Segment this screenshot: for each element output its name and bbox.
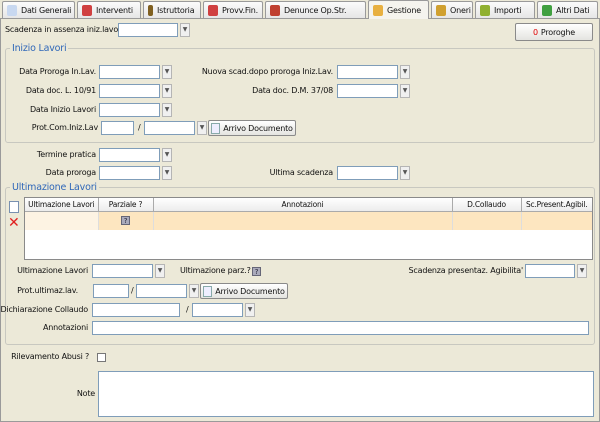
prot-number-input[interactable]	[101, 121, 134, 135]
note-textarea[interactable]	[98, 371, 594, 417]
table-row[interactable]: ?	[25, 211, 592, 230]
data-proroga-label: Data Proroga In.Lav.	[19, 67, 96, 76]
heart-icon	[82, 4, 92, 16]
traffic-light-icon	[148, 4, 153, 16]
rilevamento-checkbox[interactable]	[97, 353, 106, 362]
tab-dati-generali[interactable]: Dati Generali	[2, 1, 75, 18]
money-bag-icon	[436, 4, 446, 16]
data-icon	[542, 4, 552, 16]
data-inizio-input[interactable]	[99, 103, 160, 117]
ult-lavori-label: Ultimazione Lavori	[17, 266, 88, 275]
arrivo-documento-ult-button[interactable]: Arrivo Documento	[200, 283, 288, 299]
scadenza-input[interactable]	[118, 23, 178, 37]
structure-icon	[270, 4, 280, 16]
proroghe-button[interactable]: 0 Proroghe	[515, 23, 593, 41]
proroghe-label: Proroghe	[540, 27, 576, 37]
tab-altri-dati[interactable]: Altri Dati	[537, 1, 598, 18]
data-doc-l-input[interactable]	[99, 84, 160, 98]
data-proroga2-input[interactable]	[99, 166, 160, 180]
ult-parz-checkbox[interactable]: ?	[252, 267, 261, 276]
ultimazione-table: Ultimazione Lavori Parziale ? Annotazion…	[24, 197, 593, 260]
chevron-down-icon[interactable]: ▼	[197, 121, 207, 135]
chevron-down-icon[interactable]: ▼	[180, 23, 190, 37]
chevron-down-icon[interactable]: ▼	[577, 264, 587, 278]
dich-collaudo-date-input[interactable]	[192, 303, 243, 317]
parziale-checkbox[interactable]: ?	[121, 216, 130, 226]
tab-oneri[interactable]: Oneri	[431, 1, 473, 18]
chevron-down-icon[interactable]: ▼	[162, 166, 172, 180]
chevron-down-icon[interactable]: ▼	[162, 65, 172, 79]
inizio-legend: Inizio Lavori	[12, 43, 67, 54]
tab-denunce[interactable]: Denunce Op.Str.	[265, 1, 366, 18]
tab-gestione[interactable]: Gestione	[368, 0, 429, 19]
chevron-down-icon[interactable]: ▼	[400, 84, 410, 98]
chevron-down-icon[interactable]: ▼	[162, 103, 172, 117]
tab-importi[interactable]: Importi	[475, 1, 535, 18]
prot-ult-date-input[interactable]	[136, 284, 187, 298]
slash: /	[138, 123, 141, 132]
nuova-scad-label: Nuova scad.dopo proroga Iniz.Lav.	[201, 67, 333, 76]
scadenza-label: Scadenza in assenza iniz.lavori	[5, 25, 124, 34]
arrivo-label: Arrivo Documento	[215, 286, 285, 296]
data-proroga-input[interactable]	[99, 65, 160, 79]
slash: /	[186, 305, 189, 314]
data-doc-dm-input[interactable]	[337, 84, 398, 98]
ultima-scadenza-input[interactable]	[337, 166, 398, 180]
chevron-down-icon[interactable]: ▼	[400, 166, 410, 180]
ult-lavori-input[interactable]	[92, 264, 153, 278]
termine-pratica-label: Termine pratica	[36, 150, 96, 159]
delete-row-icon[interactable]: ✕	[8, 216, 20, 230]
prot-ult-number-input[interactable]	[93, 284, 129, 298]
scad-agib-label: Scadenza presentaz. Agibilita'	[408, 266, 524, 275]
proroghe-count: 0	[532, 27, 538, 37]
ultimazione-legend: Ultimazione Lavori	[12, 182, 97, 193]
prot-label: Prot.Com.Iniz.Lav	[31, 123, 98, 132]
data-inizio-label: Data Inizio Lavori	[29, 105, 96, 114]
rilevamento-label: Rilevamento Abusi ?	[11, 352, 89, 361]
document-icon	[211, 122, 221, 134]
document-icon	[203, 285, 213, 297]
user-icon	[373, 4, 383, 16]
ult-parz-label: Ultimazione parz.?	[180, 266, 251, 275]
note-label: Note	[76, 389, 95, 398]
termine-pratica-input[interactable]	[99, 148, 160, 162]
arrivo-label: Arrivo Documento	[223, 123, 293, 133]
coins-icon	[480, 4, 490, 16]
dich-collaudo-label: Dichiarazione Collaudo	[0, 305, 89, 314]
annotazioni-label: Annotazioni	[43, 323, 88, 332]
document-icon	[7, 4, 17, 16]
data-doc-dm-label: Data doc. D.M. 37/08	[252, 86, 333, 95]
nuova-scad-input[interactable]	[337, 65, 398, 79]
data-proroga2-label: Data proroga	[45, 168, 97, 177]
arrivo-documento-button[interactable]: Arrivo Documento	[208, 120, 296, 136]
tab-interventi[interactable]: Interventi	[77, 1, 141, 18]
chevron-down-icon[interactable]: ▼	[155, 264, 165, 278]
new-row-icon[interactable]	[9, 201, 19, 213]
prot-date-input[interactable]	[144, 121, 195, 135]
col-agibil[interactable]: Sc.Present.Agibil.	[521, 198, 592, 212]
chevron-down-icon[interactable]: ▼	[400, 65, 410, 79]
col-ultimazione[interactable]: Ultimazione Lavori	[25, 198, 99, 212]
annotazioni-input[interactable]	[92, 321, 589, 335]
dich-collaudo-input[interactable]	[92, 303, 180, 317]
col-collaudo[interactable]: D.Collaudo	[452, 198, 522, 212]
chevron-down-icon[interactable]: ▼	[162, 84, 172, 98]
col-annotazioni[interactable]: Annotazioni	[153, 198, 453, 212]
tab-provv-fin[interactable]: Provv.Fin.	[203, 1, 263, 18]
chevron-down-icon[interactable]: ▼	[245, 303, 255, 317]
chevron-down-icon[interactable]: ▼	[162, 148, 172, 162]
pdf-icon	[208, 4, 218, 16]
prot-ult-label: Prot.ultimaz.lav.	[17, 286, 78, 295]
chevron-down-icon[interactable]: ▼	[189, 284, 199, 298]
tab-istruttoria[interactable]: Istruttoria	[143, 1, 201, 18]
scad-agib-input[interactable]	[525, 264, 575, 278]
ultima-scadenza-label: Ultima scadenza	[269, 168, 334, 177]
slash: /	[131, 286, 134, 295]
col-parziale[interactable]: Parziale ?	[98, 198, 154, 212]
data-doc-l-label: Data doc. L. 10/91	[25, 86, 96, 95]
